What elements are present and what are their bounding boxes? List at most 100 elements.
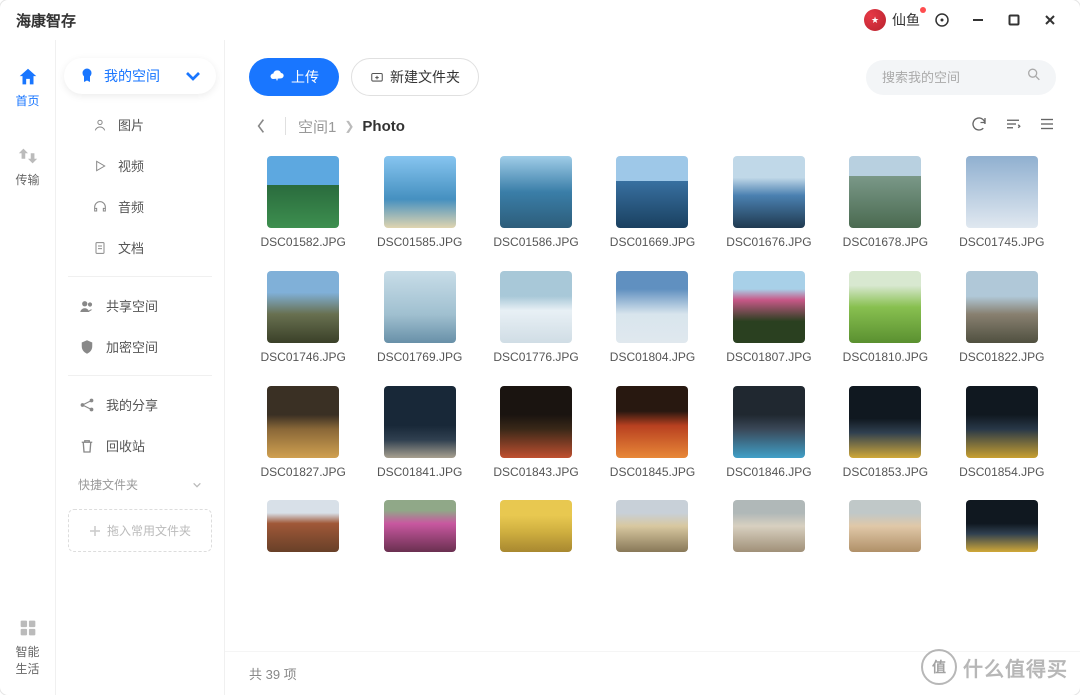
file-item[interactable] [948,500,1056,552]
file-thumbnail [616,500,688,552]
file-thumbnail [966,271,1038,343]
person-icon [92,117,108,133]
file-item[interactable]: DSC01845.JPG [598,386,706,481]
rail-home[interactable]: 首页 [0,60,55,115]
file-item[interactable]: DSC01804.JPG [598,271,706,366]
file-thumbnail [733,386,805,458]
file-item[interactable]: DSC01678.JPG [831,156,939,251]
file-item[interactable]: DSC01669.JPG [598,156,706,251]
rail-transfer[interactable]: 传输 [0,139,55,194]
file-thumbnail [616,386,688,458]
file-item[interactable]: DSC01585.JPG [365,156,473,251]
sidebar: 我的空间 图片 视频 音频 文档 共享空 [56,40,224,695]
close-button[interactable] [1036,6,1064,34]
file-item[interactable]: DSC01676.JPG [715,156,823,251]
sort-button[interactable] [1004,115,1022,138]
document-icon [92,240,108,256]
file-item[interactable]: DSC01769.JPG [365,271,473,366]
file-item[interactable]: DSC01846.JPG [715,386,823,481]
file-name: DSC01776.JPG [493,349,578,366]
trash-icon [78,437,96,455]
file-item[interactable]: DSC01822.JPG [948,271,1056,366]
quick-folder-drop[interactable]: 拖入常用文件夹 [68,509,212,552]
shield-icon [78,338,96,356]
file-item[interactable]: DSC01776.JPG [482,271,590,366]
upload-button[interactable]: 上传 [249,58,339,96]
toolbar: 上传 新建文件夹 [225,40,1080,108]
file-item[interactable]: DSC01586.JPG [482,156,590,251]
file-item[interactable]: DSC01843.JPG [482,386,590,481]
search-icon[interactable] [1026,67,1042,88]
file-item[interactable]: DSC01853.JPG [831,386,939,481]
file-item[interactable] [365,500,473,552]
file-name: DSC01804.JPG [610,349,695,366]
file-name: DSC01769.JPG [377,349,462,366]
breadcrumb-row: 空间1 ❯ Photo [225,108,1080,148]
file-name: DSC01843.JPG [493,464,578,481]
notification-dot [920,7,926,13]
file-thumbnail [267,500,339,552]
item-count: 共 39 项 [249,667,297,682]
rail-smart-life[interactable]: 智能生活 [0,611,55,683]
file-name: DSC01827.JPG [261,464,346,481]
file-item[interactable]: DSC01841.JPG [365,386,473,481]
file-name: DSC01586.JPG [493,234,578,251]
file-thumbnail [733,156,805,228]
user-chip[interactable]: ★ 仙鱼 [864,9,920,31]
file-item[interactable]: DSC01807.JPG [715,271,823,366]
file-item[interactable]: DSC01854.JPG [948,386,1056,481]
file-name: DSC01585.JPG [377,234,462,251]
file-item[interactable] [715,500,823,552]
plus-icon [89,525,101,537]
file-item[interactable]: DSC01746.JPG [249,271,357,366]
file-grid-scroll[interactable]: DSC01582.JPG DSC01585.JPG DSC01586.JPG DSC0… [225,148,1080,651]
file-item[interactable]: DSC01582.JPG [249,156,357,251]
file-name: DSC01807.JPG [726,349,811,366]
file-name: DSC01746.JPG [261,349,346,366]
file-item[interactable]: DSC01810.JPG [831,271,939,366]
app-title: 海康智存 [16,10,76,31]
file-item[interactable] [482,500,590,552]
breadcrumb-current: Photo [362,118,405,135]
sidebar-item-encrypted[interactable]: 加密空间 [64,326,216,367]
space-selector[interactable]: 我的空间 [64,58,216,94]
chevron-down-icon [192,480,202,490]
main-area: 上传 新建文件夹 空间1 ❯ Photo [224,40,1080,695]
view-toggle-button[interactable] [1038,115,1056,138]
cloud-upload-icon [269,69,285,85]
maximize-button[interactable] [1000,6,1028,34]
file-item[interactable]: DSC01745.JPG [948,156,1056,251]
refresh-button[interactable] [970,115,988,138]
file-thumbnail [733,271,805,343]
minimize-button[interactable] [964,6,992,34]
sidebar-item-shared[interactable]: 共享空间 [64,285,216,326]
sidebar-item-my-share[interactable]: 我的分享 [64,384,216,425]
file-name: DSC01822.JPG [959,349,1044,366]
sidebar-item-image[interactable]: 图片 [64,104,216,145]
sidebar-item-doc[interactable]: 文档 [64,227,216,268]
back-button[interactable] [249,114,273,138]
watermark: 值 什么值得买 [921,649,1068,685]
left-rail: 首页 传输 智能生活 [0,40,56,695]
target-icon[interactable] [928,6,956,34]
file-thumbnail [384,156,456,228]
quick-folder-header[interactable]: 快捷文件夹 [64,466,216,503]
breadcrumb-root[interactable]: 空间1 [298,116,336,137]
file-thumbnail [267,271,339,343]
file-item[interactable]: DSC01827.JPG [249,386,357,481]
file-thumbnail [849,500,921,552]
file-thumbnail [267,156,339,228]
new-folder-button[interactable]: 新建文件夹 [351,58,479,96]
user-avatar: ★ [864,9,886,31]
sidebar-item-trash[interactable]: 回收站 [64,425,216,466]
file-thumbnail [500,386,572,458]
file-grid: DSC01582.JPG DSC01585.JPG DSC01586.JPG DSC0… [249,156,1056,552]
sidebar-item-audio[interactable]: 音频 [64,186,216,227]
file-item[interactable] [249,500,357,552]
breadcrumb: 空间1 ❯ Photo [298,116,405,137]
file-item[interactable] [831,500,939,552]
file-thumbnail [500,500,572,552]
user-name: 仙鱼 [892,10,920,30]
sidebar-item-video[interactable]: 视频 [64,145,216,186]
file-item[interactable] [598,500,706,552]
